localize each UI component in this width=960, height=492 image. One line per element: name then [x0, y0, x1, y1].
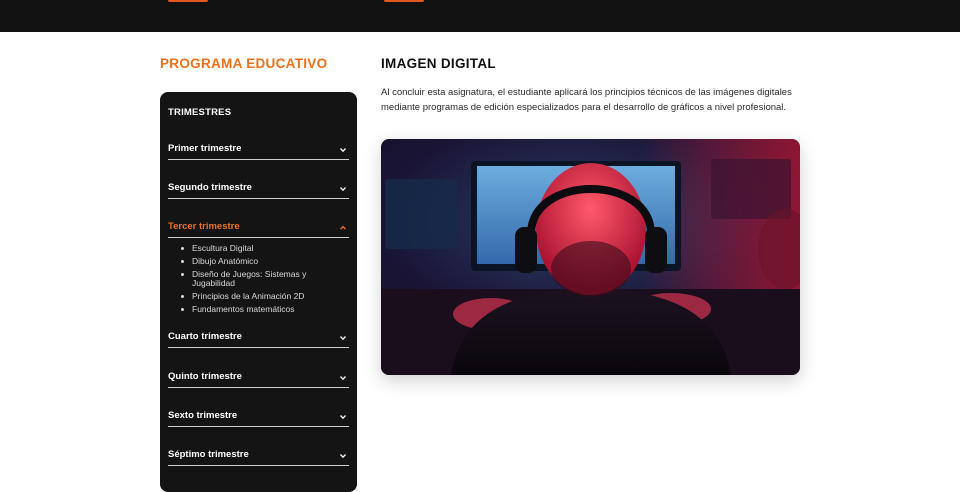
chevron-up-icon — [340, 225, 346, 230]
chevron-down-icon — [340, 187, 346, 192]
chevron-down-icon — [340, 415, 346, 420]
accordion-segundo-trimestre[interactable]: Segundo trimestre — [168, 180, 349, 199]
trimesters-panel: TRIMESTRES Primer trimestre Segundo trim… — [160, 92, 357, 492]
course-description: Al concluir esta asignatura, el estudian… — [381, 87, 792, 113]
chevron-down-icon — [340, 376, 346, 381]
bullet-icon — [181, 247, 184, 250]
accordion-label: Sexto trimestre — [168, 410, 238, 421]
accordion-label: Tercer trimestre — [168, 221, 240, 232]
nav-tab-indicator[interactable] — [168, 0, 208, 2]
list-item: Fundamentos matemáticos — [168, 304, 348, 315]
accordion-label: Séptimo trimestre — [168, 449, 249, 460]
accordion-quinto-trimestre[interactable]: Quinto trimestre — [168, 369, 349, 388]
bullet-icon — [181, 272, 184, 276]
accordion-primer-trimestre[interactable]: Primer trimestre — [168, 141, 349, 160]
chevron-down-icon — [340, 454, 346, 459]
accordion-cuarto-trimestre[interactable]: Cuarto trimestre — [168, 329, 349, 348]
tercer-trimestre-subjects: Escultura Digital Dibujo Anatómico Diseñ… — [168, 243, 348, 318]
list-item: Principios de la Animación 2D — [168, 291, 348, 302]
list-item: Dibujo Anatómico — [168, 256, 348, 267]
chevron-down-icon — [340, 148, 346, 153]
accordion-label: Primer trimestre — [168, 143, 242, 154]
program-title: PROGRAMA EDUCATIVO — [160, 56, 328, 71]
bullet-icon — [181, 295, 184, 299]
bullet-icon — [181, 308, 184, 312]
trimesters-heading: TRIMESTRES — [168, 107, 232, 118]
nav-tab-indicator[interactable] — [384, 0, 424, 2]
accordion-label: Segundo trimestre — [168, 182, 252, 193]
bullet-icon — [181, 259, 184, 263]
top-navigation-bar — [0, 0, 960, 32]
accordion-label: Cuarto trimestre — [168, 331, 242, 342]
list-item: Diseño de Juegos: Sistemas y Jugabilidad — [168, 269, 348, 289]
accordion-label: Quinto trimestre — [168, 371, 242, 382]
list-item: Escultura Digital — [168, 243, 348, 254]
accordion-septimo-trimestre[interactable]: Séptimo trimestre — [168, 447, 349, 466]
gamer-photo — [381, 139, 800, 375]
chevron-down-icon — [340, 336, 346, 341]
accordion-tercer-trimestre[interactable]: Tercer trimestre — [168, 219, 349, 238]
accordion-sexto-trimestre[interactable]: Sexto trimestre — [168, 408, 349, 427]
page-title: IMAGEN DIGITAL — [381, 56, 496, 71]
